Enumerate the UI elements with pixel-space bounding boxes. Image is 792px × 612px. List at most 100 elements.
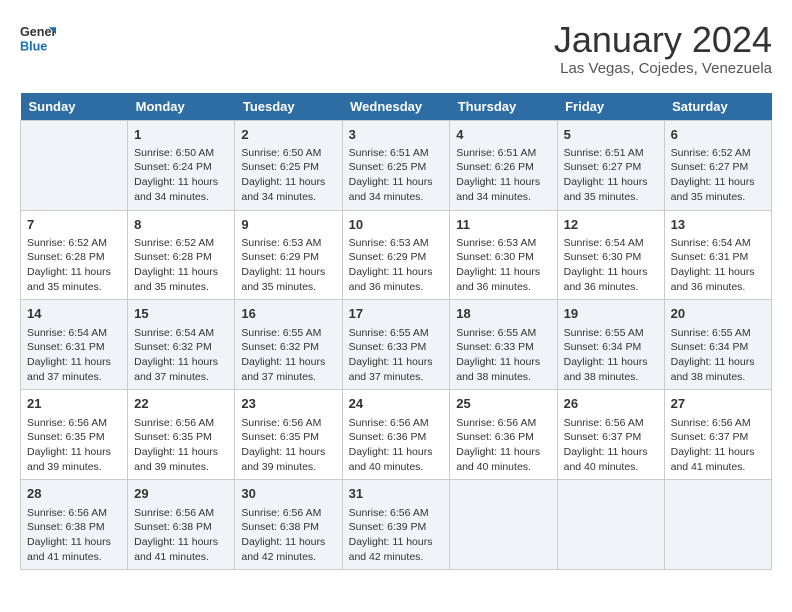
month-title: January 2024 bbox=[554, 20, 772, 60]
calendar-cell: 30 Sunrise: 6:56 AM Sunset: 6:38 PM Dayli… bbox=[235, 480, 342, 570]
day-info: Sunrise: 6:56 AM Sunset: 6:38 PM Dayligh… bbox=[241, 506, 335, 565]
calendar-cell: 3Sunrise: 6:51 AM Sunset: 6:25 PM Daylig… bbox=[342, 120, 450, 210]
day-info: Sunrise: 6:56 AM Sunset: 6:35 PM Dayligh… bbox=[27, 416, 121, 475]
day-number: 3 bbox=[349, 126, 444, 144]
day-number: 30 bbox=[241, 485, 335, 503]
day-number: 2 bbox=[241, 126, 335, 144]
calendar-cell: 27 Sunrise: 6:56 AM Sunset: 6:37 PM Dayli… bbox=[664, 390, 771, 480]
calendar-cell bbox=[664, 480, 771, 570]
day-info: Sunrise: 6:52 AM Sunset: 6:28 PM Dayligh… bbox=[27, 236, 121, 295]
calendar-cell: 31Sunrise: 6:56 AM Sunset: 6:39 PM Dayli… bbox=[342, 480, 450, 570]
calendar-cell: 13 Sunrise: 6:54 AM Sunset: 6:31 PM Dayli… bbox=[664, 210, 771, 300]
day-info: Sunrise: 6:56 AM Sunset: 6:37 PM Dayligh… bbox=[671, 416, 765, 475]
day-number: 16 bbox=[241, 305, 335, 323]
calendar-cell: 4Sunrise: 6:51 AM Sunset: 6:26 PM Daylig… bbox=[450, 120, 557, 210]
day-number: 13 bbox=[671, 216, 765, 234]
day-info: Sunrise: 6:50 AM Sunset: 6:25 PM Dayligh… bbox=[241, 146, 335, 205]
header-tuesday: Tuesday bbox=[235, 93, 342, 121]
day-info: Sunrise: 6:53 AM Sunset: 6:29 PM Dayligh… bbox=[349, 236, 444, 295]
calendar-cell: 20Sunrise: 6:55 AM Sunset: 6:34 PM Dayli… bbox=[664, 300, 771, 390]
calendar-week-row: 28 Sunrise: 6:56 AM Sunset: 6:38 PM Dayli… bbox=[21, 480, 772, 570]
day-number: 10 bbox=[349, 216, 444, 234]
calendar-cell: 7 Sunrise: 6:52 AM Sunset: 6:28 PM Daylig… bbox=[21, 210, 128, 300]
day-number: 25 bbox=[456, 395, 550, 413]
day-number: 14 bbox=[27, 305, 121, 323]
day-number: 21 bbox=[27, 395, 121, 413]
header-sunday: Sunday bbox=[21, 93, 128, 121]
day-info: Sunrise: 6:55 AM Sunset: 6:32 PM Dayligh… bbox=[241, 326, 335, 385]
day-number: 26 bbox=[564, 395, 658, 413]
day-info: Sunrise: 6:51 AM Sunset: 6:27 PM Dayligh… bbox=[564, 146, 658, 205]
day-info: Sunrise: 6:54 AM Sunset: 6:31 PM Dayligh… bbox=[27, 326, 121, 385]
calendar-table: SundayMondayTuesdayWednesdayThursdayFrid… bbox=[20, 93, 772, 571]
day-number: 17 bbox=[349, 305, 444, 323]
day-number: 6 bbox=[671, 126, 765, 144]
day-number: 1 bbox=[134, 126, 228, 144]
day-info: Sunrise: 6:53 AM Sunset: 6:30 PM Dayligh… bbox=[456, 236, 550, 295]
day-number: 29 bbox=[134, 485, 228, 503]
day-number: 7 bbox=[27, 216, 121, 234]
day-info: Sunrise: 6:56 AM Sunset: 6:36 PM Dayligh… bbox=[349, 416, 444, 475]
day-info: Sunrise: 6:56 AM Sunset: 6:36 PM Dayligh… bbox=[456, 416, 550, 475]
calendar-cell: 23Sunrise: 6:56 AM Sunset: 6:35 PM Dayli… bbox=[235, 390, 342, 480]
day-info: Sunrise: 6:55 AM Sunset: 6:33 PM Dayligh… bbox=[349, 326, 444, 385]
day-number: 11 bbox=[456, 216, 550, 234]
day-info: Sunrise: 6:52 AM Sunset: 6:28 PM Dayligh… bbox=[134, 236, 228, 295]
calendar-cell: 24Sunrise: 6:56 AM Sunset: 6:36 PM Dayli… bbox=[342, 390, 450, 480]
day-info: Sunrise: 6:52 AM Sunset: 6:27 PM Dayligh… bbox=[671, 146, 765, 205]
day-info: Sunrise: 6:51 AM Sunset: 6:26 PM Dayligh… bbox=[456, 146, 550, 205]
calendar-cell: 5 Sunrise: 6:51 AM Sunset: 6:27 PM Daylig… bbox=[557, 120, 664, 210]
calendar-cell: 16 Sunrise: 6:55 AM Sunset: 6:32 PM Dayli… bbox=[235, 300, 342, 390]
day-info: Sunrise: 6:56 AM Sunset: 6:38 PM Dayligh… bbox=[134, 506, 228, 565]
day-info: Sunrise: 6:56 AM Sunset: 6:35 PM Dayligh… bbox=[134, 416, 228, 475]
calendar-cell: 15 Sunrise: 6:54 AM Sunset: 6:32 PM Dayli… bbox=[128, 300, 235, 390]
logo: General Blue bbox=[20, 20, 56, 56]
header-wednesday: Wednesday bbox=[342, 93, 450, 121]
calendar-cell: 28 Sunrise: 6:56 AM Sunset: 6:38 PM Dayli… bbox=[21, 480, 128, 570]
calendar-cell: 12 Sunrise: 6:54 AM Sunset: 6:30 PM Dayli… bbox=[557, 210, 664, 300]
day-info: Sunrise: 6:55 AM Sunset: 6:33 PM Dayligh… bbox=[456, 326, 550, 385]
day-number: 15 bbox=[134, 305, 228, 323]
calendar-week-row: 21 Sunrise: 6:56 AM Sunset: 6:35 PM Dayli… bbox=[21, 390, 772, 480]
day-number: 27 bbox=[671, 395, 765, 413]
calendar-week-row: 1 Sunrise: 6:50 AM Sunset: 6:24 PM Daylig… bbox=[21, 120, 772, 210]
calendar-cell: 29 Sunrise: 6:56 AM Sunset: 6:38 PM Dayli… bbox=[128, 480, 235, 570]
calendar-cell: 9Sunrise: 6:53 AM Sunset: 6:29 PM Daylig… bbox=[235, 210, 342, 300]
day-number: 19 bbox=[564, 305, 658, 323]
day-info: Sunrise: 6:50 AM Sunset: 6:24 PM Dayligh… bbox=[134, 146, 228, 205]
day-number: 12 bbox=[564, 216, 658, 234]
day-number: 28 bbox=[27, 485, 121, 503]
page-header: General Blue January 2024 Las Vegas, Coj… bbox=[20, 20, 772, 77]
calendar-cell: 26 Sunrise: 6:56 AM Sunset: 6:37 PM Dayli… bbox=[557, 390, 664, 480]
day-number: 18 bbox=[456, 305, 550, 323]
calendar-cell: 14 Sunrise: 6:54 AM Sunset: 6:31 PM Dayli… bbox=[21, 300, 128, 390]
day-info: Sunrise: 6:54 AM Sunset: 6:32 PM Dayligh… bbox=[134, 326, 228, 385]
calendar-week-row: 14 Sunrise: 6:54 AM Sunset: 6:31 PM Dayli… bbox=[21, 300, 772, 390]
day-info: Sunrise: 6:56 AM Sunset: 6:37 PM Dayligh… bbox=[564, 416, 658, 475]
location-subtitle: Las Vegas, Cojedes, Venezuela bbox=[554, 60, 772, 77]
header-thursday: Thursday bbox=[450, 93, 557, 121]
svg-text:Blue: Blue bbox=[20, 40, 47, 54]
calendar-cell: 10 Sunrise: 6:53 AM Sunset: 6:29 PM Dayli… bbox=[342, 210, 450, 300]
day-number: 8 bbox=[134, 216, 228, 234]
header-saturday: Saturday bbox=[664, 93, 771, 121]
day-number: 23 bbox=[241, 395, 335, 413]
calendar-cell: 22Sunrise: 6:56 AM Sunset: 6:35 PM Dayli… bbox=[128, 390, 235, 480]
day-info: Sunrise: 6:53 AM Sunset: 6:29 PM Dayligh… bbox=[241, 236, 335, 295]
calendar-cell: 8 Sunrise: 6:52 AM Sunset: 6:28 PM Daylig… bbox=[128, 210, 235, 300]
header-monday: Monday bbox=[128, 93, 235, 121]
day-number: 31 bbox=[349, 485, 444, 503]
calendar-cell bbox=[21, 120, 128, 210]
calendar-cell: 18 Sunrise: 6:55 AM Sunset: 6:33 PM Dayli… bbox=[450, 300, 557, 390]
day-info: Sunrise: 6:54 AM Sunset: 6:31 PM Dayligh… bbox=[671, 236, 765, 295]
day-info: Sunrise: 6:56 AM Sunset: 6:38 PM Dayligh… bbox=[27, 506, 121, 565]
day-info: Sunrise: 6:55 AM Sunset: 6:34 PM Dayligh… bbox=[671, 326, 765, 385]
title-area: January 2024 Las Vegas, Cojedes, Venezue… bbox=[554, 20, 772, 77]
calendar-cell: 6 Sunrise: 6:52 AM Sunset: 6:27 PM Daylig… bbox=[664, 120, 771, 210]
day-number: 5 bbox=[564, 126, 658, 144]
calendar-week-row: 7 Sunrise: 6:52 AM Sunset: 6:28 PM Daylig… bbox=[21, 210, 772, 300]
header-friday: Friday bbox=[557, 93, 664, 121]
day-info: Sunrise: 6:55 AM Sunset: 6:34 PM Dayligh… bbox=[564, 326, 658, 385]
calendar-cell: 17 Sunrise: 6:55 AM Sunset: 6:33 PM Dayli… bbox=[342, 300, 450, 390]
day-info: Sunrise: 6:54 AM Sunset: 6:30 PM Dayligh… bbox=[564, 236, 658, 295]
